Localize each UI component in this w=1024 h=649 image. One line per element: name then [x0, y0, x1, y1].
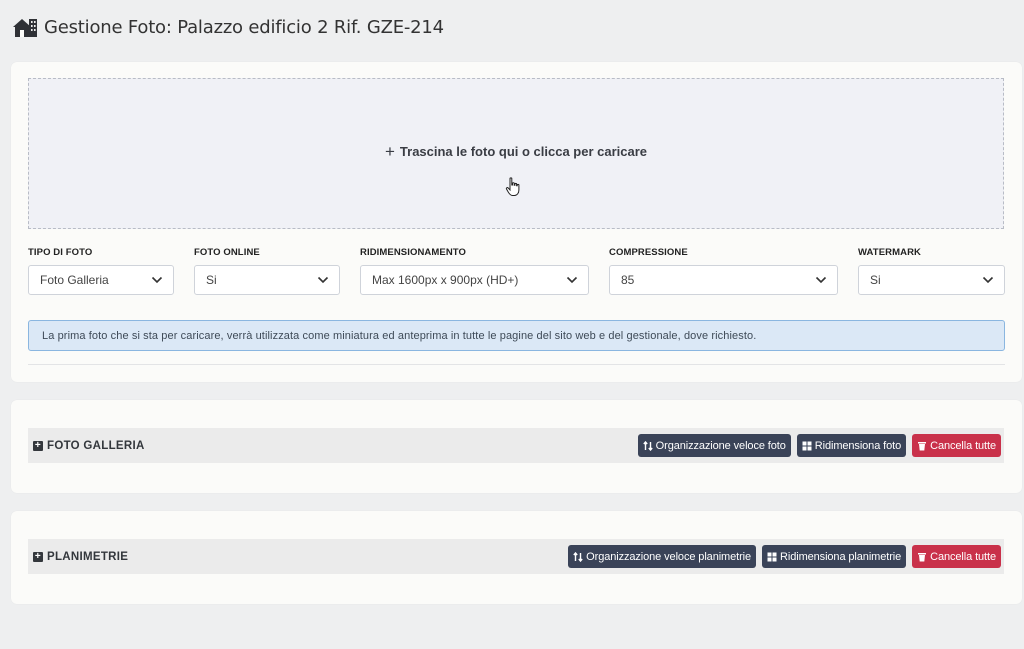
select-value: Foto Galleria [40, 273, 109, 287]
button-label: Organizzazione veloce planimetrie [586, 550, 752, 563]
info-alert: La prima foto che si sta per caricare, v… [28, 320, 1005, 351]
square-plus-icon: + [33, 550, 43, 562]
field-label: TIPO DI FOTO [28, 247, 93, 258]
trash-icon [918, 552, 927, 561]
gallery-card: + FOTO GALLERIA Organizzazione veloce fo… [11, 400, 1022, 493]
info-text: La prima foto che si sta per caricare, v… [42, 329, 757, 342]
compression-select[interactable]: 85 [609, 265, 838, 295]
delete-all-plans-button[interactable]: Cancella tutte [912, 545, 1001, 568]
field-label: COMPRESSIONE [609, 247, 688, 258]
upload-card: + Trascina le foto qui o clicca per cari… [11, 62, 1022, 382]
button-label: Cancella tutte [930, 550, 996, 563]
watermark-select[interactable]: Si [858, 265, 1005, 295]
select-value: 85 [621, 273, 635, 287]
gallery-section-bar: + FOTO GALLERIA Organizzazione veloce fo… [28, 428, 1004, 463]
page-header: Gestione Foto: Palazzo edificio 2 Rif. G… [12, 14, 444, 40]
field-compression: COMPRESSIONE 85 [609, 246, 838, 295]
grid-icon [767, 552, 777, 561]
photo-type-select[interactable]: Foto Galleria [28, 265, 174, 295]
chevron-down-icon [317, 276, 329, 284]
resize-plans-button[interactable]: Ridimensiona planimetrie [762, 545, 907, 568]
plans-card: + PLANIMETRIE Organizzazione veloce plan… [11, 511, 1022, 604]
select-value: Si [870, 273, 881, 287]
field-photo-online: FOTO ONLINE Si [194, 246, 340, 295]
divider [28, 364, 1005, 365]
sort-icon [642, 440, 653, 451]
chevron-down-icon [982, 276, 994, 284]
trash-icon [918, 441, 927, 450]
field-photo-type: TIPO DI FOTO Foto Galleria [28, 246, 174, 295]
button-label: Organizzazione veloce foto [655, 439, 786, 452]
resize-select[interactable]: Max 1600px x 900px (HD+) [360, 265, 589, 295]
photo-online-select[interactable]: Si [194, 265, 340, 295]
organize-plans-button[interactable]: Organizzazione veloce planimetrie [568, 545, 757, 568]
chevron-down-icon [815, 276, 827, 284]
button-label: Ridimensiona planimetrie [780, 550, 902, 563]
page-title: Gestione Foto: Palazzo edificio 2 Rif. G… [44, 16, 444, 38]
photo-dropzone[interactable]: + Trascina le foto qui o clicca per cari… [28, 78, 1004, 229]
select-value: Max 1600px x 900px (HD+) [372, 273, 519, 287]
plus-icon: + [384, 142, 395, 161]
field-watermark: WATERMARK Si [858, 246, 1005, 295]
gallery-toggle[interactable]: + FOTO GALLERIA [33, 440, 145, 452]
square-plus-icon: + [33, 439, 43, 451]
resize-photos-button[interactable]: Ridimensiona foto [796, 434, 907, 457]
chevron-down-icon [566, 276, 578, 284]
hand-cursor-icon [505, 177, 520, 196]
plans-toggle[interactable]: + PLANIMETRIE [33, 551, 128, 563]
button-label: Ridimensiona foto [814, 439, 902, 452]
dropzone-text: Trascina le foto qui o clicca per carica… [399, 144, 648, 159]
section-title: FOTO GALLERIA [47, 439, 145, 452]
house-building-icon [13, 19, 37, 37]
field-label: FOTO ONLINE [194, 247, 260, 258]
button-label: Cancella tutte [930, 439, 996, 452]
dropzone-label: + Trascina le foto qui o clicca per cari… [385, 143, 647, 160]
field-label: RIDIMENSIONAMENTO [360, 247, 467, 258]
delete-all-photos-button[interactable]: Cancella tutte [912, 434, 1001, 457]
gallery-actions: Organizzazione veloce foto Ridimensiona … [637, 434, 1001, 457]
field-resize: RIDIMENSIONAMENTO Max 1600px x 900px (HD… [360, 246, 589, 295]
plans-section-bar: + PLANIMETRIE Organizzazione veloce plan… [28, 539, 1004, 574]
section-title: PLANIMETRIE [47, 550, 129, 563]
grid-icon [802, 441, 812, 450]
field-label: WATERMARK [858, 247, 921, 258]
plans-actions: Organizzazione veloce planimetrie Ridime… [568, 545, 1001, 568]
sort-icon [573, 551, 583, 562]
organize-photos-button[interactable]: Organizzazione veloce foto [637, 434, 791, 457]
chevron-down-icon [151, 276, 163, 284]
select-value: Si [206, 273, 217, 287]
